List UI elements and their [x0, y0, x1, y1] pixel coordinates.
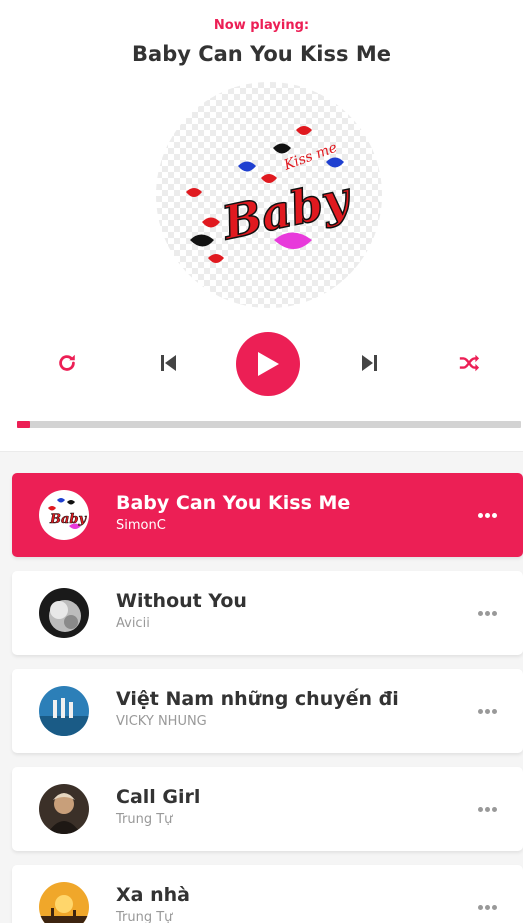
- song-info: Baby Can You Kiss Me SimonC: [116, 492, 463, 533]
- song-info: Call Girl Trung Tự: [116, 786, 463, 827]
- progress-fill: [17, 421, 30, 428]
- song-author: VICKY NHUNG: [116, 714, 207, 729]
- more-options-icon[interactable]: [475, 604, 499, 622]
- more-options-icon[interactable]: [475, 800, 499, 818]
- song-thumbnail: [39, 784, 89, 834]
- song-thumbnail: [39, 882, 89, 923]
- song-title: Baby Can You Kiss Me: [116, 492, 351, 514]
- song-info: Without You Avicii: [116, 590, 463, 631]
- playlist: Baby Baby Can You Kiss Me SimonC Without…: [12, 473, 523, 923]
- song-title: Xa nhà: [116, 884, 190, 906]
- more-options-icon[interactable]: [475, 898, 499, 916]
- song-author: Trung Tự: [116, 910, 173, 923]
- play-button[interactable]: [236, 332, 300, 396]
- song-author: Trung Tự: [116, 812, 173, 827]
- song-info: Xa nhà Trung Tự: [116, 884, 463, 923]
- song-item-2[interactable]: Việt Nam những chuyến đi VICKY NHUNG: [12, 669, 523, 753]
- song-author: SimonC: [116, 518, 166, 533]
- song-item-0[interactable]: Baby Baby Can You Kiss Me SimonC: [12, 473, 523, 557]
- play-icon: [258, 352, 279, 376]
- song-info: Việt Nam những chuyến đi VICKY NHUNG: [116, 688, 463, 729]
- skip-back-icon: [161, 355, 176, 371]
- random-button[interactable]: [454, 348, 484, 378]
- song-item-3[interactable]: Call Girl Trung Tự: [12, 767, 523, 851]
- album-cover-disc: Baby Kiss me: [156, 82, 382, 308]
- song-title: Call Girl: [116, 786, 201, 808]
- song-thumbnail: Baby: [39, 490, 89, 540]
- now-playing-label: Now playing:: [213, 18, 310, 33]
- song-item-4[interactable]: Xa nhà Trung Tự: [12, 865, 523, 923]
- current-song-title: Baby Can You Kiss Me: [132, 42, 391, 66]
- next-button[interactable]: [354, 348, 384, 378]
- cover-kissme-lettering: Kiss me: [281, 140, 339, 174]
- more-options-icon[interactable]: [475, 506, 499, 524]
- song-item-1[interactable]: Without You Avicii: [12, 571, 523, 655]
- song-author: Avicii: [116, 616, 150, 631]
- prev-button[interactable]: [154, 348, 184, 378]
- song-thumbnail: [39, 588, 89, 638]
- repeat-icon: [59, 354, 75, 371]
- song-title: Without You: [116, 590, 247, 612]
- repeat-button[interactable]: [52, 348, 82, 378]
- skip-forward-icon: [362, 355, 377, 371]
- shuffle-icon: [459, 354, 480, 372]
- song-title: Việt Nam những chuyến đi: [116, 688, 399, 710]
- progress-bar[interactable]: [17, 421, 521, 428]
- thumb-cover-lettering: Baby: [49, 512, 88, 527]
- more-options-icon[interactable]: [475, 702, 499, 720]
- song-thumbnail: [39, 686, 89, 736]
- player-dashboard: Now playing: Baby Can You Kiss Me Baby K…: [0, 0, 523, 452]
